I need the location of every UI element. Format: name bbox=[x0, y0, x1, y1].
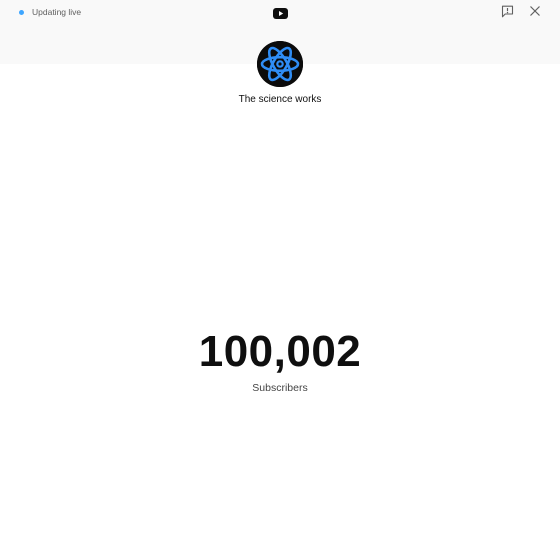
live-status: Updating live bbox=[19, 6, 81, 18]
subscriber-label: Subscribers bbox=[252, 382, 308, 394]
live-dot-icon bbox=[19, 9, 24, 15]
close-icon[interactable] bbox=[529, 5, 541, 17]
report-flag-icon[interactable] bbox=[501, 5, 514, 18]
channel-name: The science works bbox=[238, 94, 322, 105]
channel-avatar bbox=[257, 41, 303, 87]
live-status-text: Updating live bbox=[32, 7, 82, 17]
subscriber-count: 100,002 bbox=[198, 327, 362, 376]
atom-icon bbox=[257, 41, 303, 87]
live-subscriber-count-page: Updating live The science works 100,002 … bbox=[0, 0, 560, 560]
youtube-play-icon bbox=[273, 8, 288, 19]
